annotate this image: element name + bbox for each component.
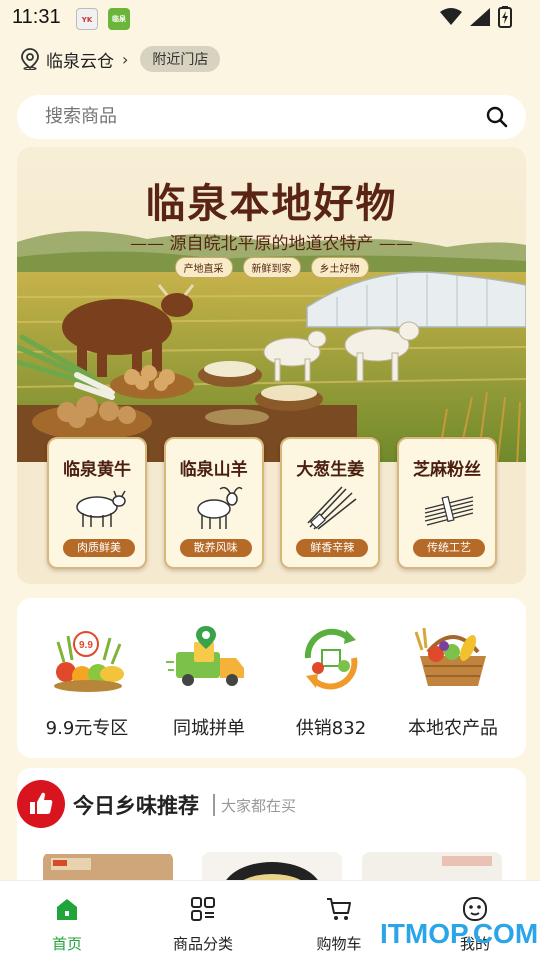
nav-label: 购物车 — [316, 935, 362, 953]
category-label: 同城拼单 — [173, 718, 245, 739]
category-label: 9.9元专区 — [45, 718, 129, 739]
location-pin-icon — [21, 48, 39, 70]
nav-home[interactable]: 首页 — [12, 895, 122, 954]
category-label: 本地农产品 — [408, 718, 498, 739]
home-icon — [57, 899, 77, 920]
category-group-buy[interactable]: 同城拼单 — [149, 622, 269, 742]
product-card-badge: 肉质鲜美 — [63, 539, 135, 557]
product-card-sesame-vermicelli[interactable]: 芝麻粉丝 传统工艺 — [396, 437, 497, 569]
vermicelli-icon — [424, 495, 474, 526]
recommend-title: 今日乡味推荐 — [73, 794, 199, 818]
product-card-scallion-ginger[interactable]: 大葱生姜 鲜香辛辣 — [280, 437, 381, 569]
banner-tag: 新鲜到家 — [242, 257, 301, 278]
category-9-9-zone[interactable]: 9.9 9.9元专区 — [27, 622, 147, 742]
goat-icon — [196, 486, 243, 529]
nav-cart[interactable]: 购物车 — [284, 895, 394, 954]
product-card-badge: 传统工艺 — [412, 539, 485, 557]
product-card-title: 临泉山羊 — [179, 460, 248, 480]
search-icon[interactable] — [486, 106, 508, 128]
recycle-veggie-icon — [304, 628, 358, 690]
category-supply-832[interactable]: 供销832 — [271, 622, 391, 742]
price-tag-text: 9.9 — [79, 640, 93, 651]
banner-tags: 产地直采 新鲜到家 乡土好物 — [17, 257, 526, 278]
category-label: 供销832 — [295, 718, 367, 739]
product-card-goat[interactable]: 临泉山羊 散养风味 — [163, 437, 264, 569]
nearby-stores-button[interactable]: 附近门店 — [140, 46, 221, 72]
banner-product-cards: 临泉黄牛 肉质鲜美 临泉山羊 散养风味 大葱生姜 鲜香辛辣 芝麻粉丝 传统工艺 — [47, 437, 497, 569]
divider — [213, 794, 215, 816]
yk-app-icon: YK — [76, 8, 98, 30]
product-card-badge: 鲜香辛辣 — [296, 539, 369, 557]
wifi-icon — [440, 8, 462, 25]
battery-icon — [498, 6, 512, 28]
fruit-basket-icon: 9.9 — [54, 631, 124, 692]
recommend-badge — [17, 780, 65, 828]
product-card-title: 大葱生姜 — [296, 460, 365, 480]
product-card-title: 芝麻粉丝 — [412, 460, 481, 480]
banner-title: 临泉本地好物 — [145, 180, 398, 227]
banner-tag: 乡土好物 — [310, 257, 369, 278]
signal-icon — [470, 8, 490, 26]
thumbs-up-icon — [30, 792, 53, 814]
product-card-badge: 散养风味 — [179, 539, 252, 557]
product-card-cattle[interactable]: 临泉黄牛 肉质鲜美 — [47, 437, 147, 569]
search-input[interactable] — [45, 95, 445, 139]
cow-icon — [76, 490, 126, 527]
cart-icon — [327, 898, 351, 920]
search-bar[interactable] — [17, 95, 526, 139]
banner-tag: 产地直采 — [174, 257, 233, 278]
promo-banner[interactable]: 临泉本地好物 —— 源自皖北平原的地道农特产 —— 产地直采 新鲜到家 乡土好物… — [17, 147, 526, 584]
chevron-right-icon: › — [122, 49, 129, 69]
category-local-produce[interactable]: 本地农产品 — [393, 622, 513, 742]
category-panel: 9.9 9.9元专区 同城拼单 供销832 本地农产品 — [17, 598, 526, 758]
linquan-app-icon: 临泉 — [108, 8, 130, 30]
banner-subtitle: —— 源自皖北平原的地道农特产 —— — [130, 234, 413, 254]
location-name: 临泉云仓 — [46, 51, 114, 72]
nav-label: 首页 — [51, 935, 82, 953]
category-icon — [191, 897, 215, 921]
location-selector[interactable]: 临泉云仓 › 附近门店 — [20, 44, 221, 74]
delivery-truck-icon — [166, 626, 244, 686]
product-card-title: 临泉黄牛 — [63, 460, 131, 480]
recommend-subtitle: 大家都在买 — [221, 797, 297, 815]
watermark: ITMOP.COM — [380, 918, 539, 949]
nav-categories[interactable]: 商品分类 — [148, 895, 258, 954]
status-time: 11:31 — [12, 6, 61, 28]
status-bar: 11:31 YK 临泉 — [0, 0, 540, 36]
scallion-icon — [307, 486, 357, 530]
produce-basket-icon — [414, 627, 486, 686]
nav-label: 商品分类 — [172, 935, 233, 953]
